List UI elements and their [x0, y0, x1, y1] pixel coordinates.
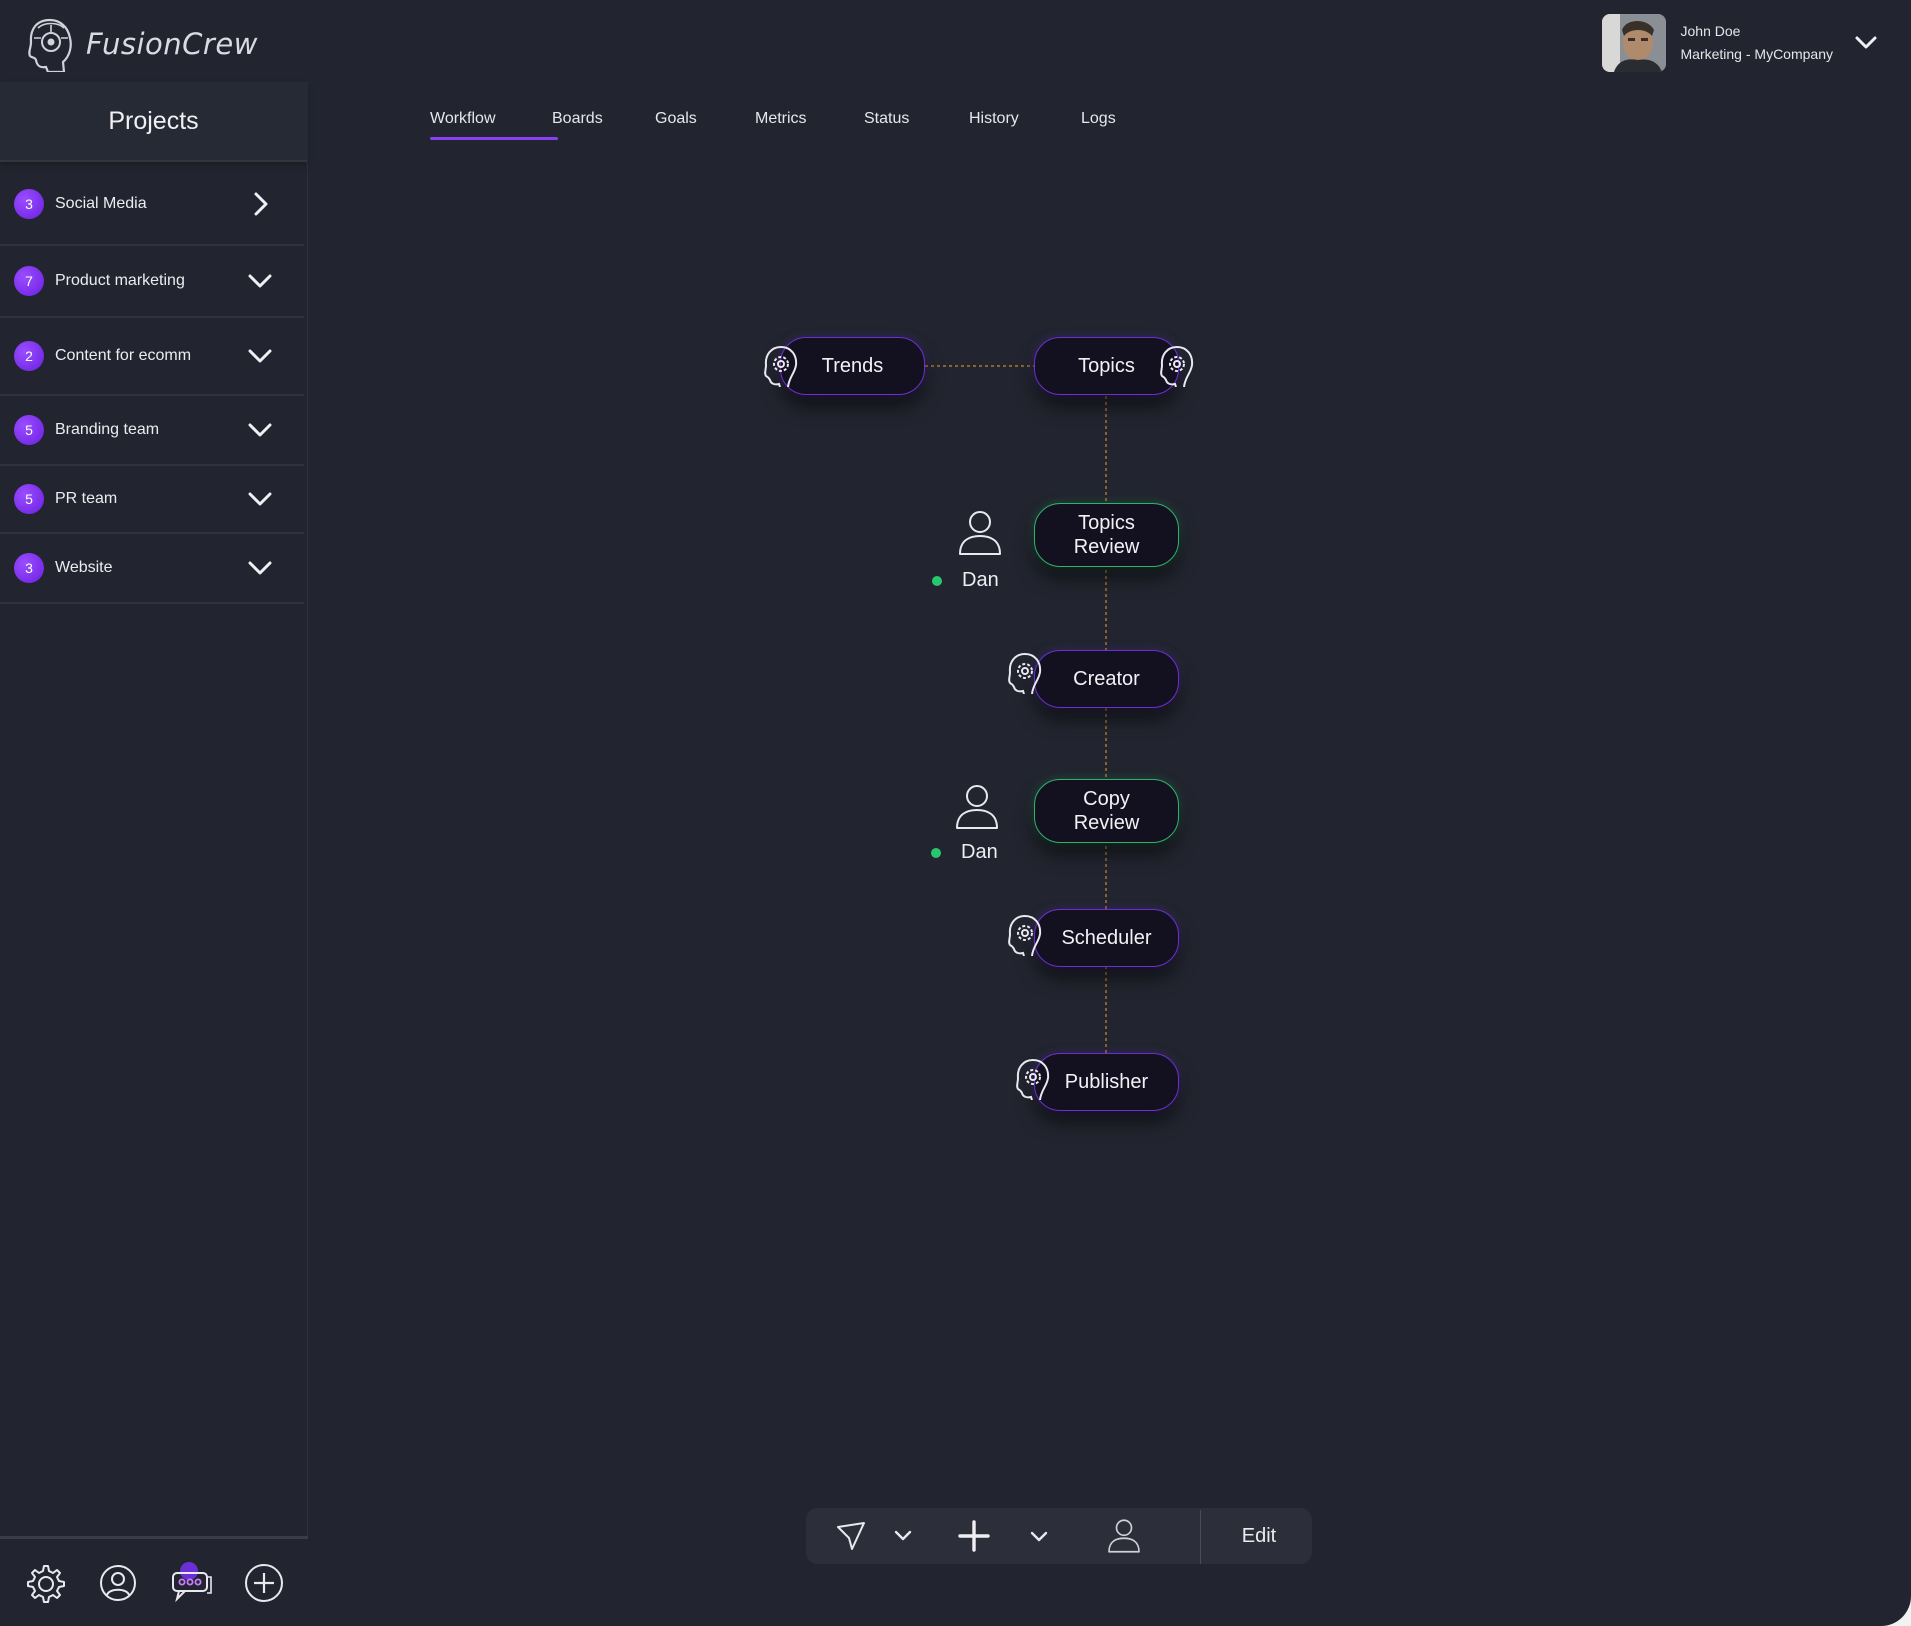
- sidebar-item-branding-team[interactable]: 5 Branding team: [0, 396, 304, 466]
- node-topics-review[interactable]: Topics Review: [1034, 503, 1179, 567]
- avatar-photo: [1601, 14, 1666, 72]
- agent-gear-head-icon[interactable]: [1005, 912, 1045, 956]
- agent-gear-head-icon[interactable]: [761, 343, 801, 387]
- chevron-down-icon[interactable]: [244, 340, 276, 372]
- add-human-button[interactable]: [1102, 1508, 1146, 1564]
- settings-icon[interactable]: [23, 1561, 67, 1605]
- agent-gear-head-icon[interactable]: [1005, 650, 1045, 694]
- edit-label: Edit: [1241, 1524, 1277, 1547]
- chevron-down-icon: [1030, 1531, 1048, 1542]
- count-badge: 7: [14, 266, 44, 296]
- chevron-down-icon[interactable]: [244, 552, 276, 584]
- tab-boards[interactable]: Boards: [552, 110, 655, 138]
- chevron-right-icon[interactable]: [244, 188, 276, 220]
- node-copy-review[interactable]: Copy Review: [1034, 779, 1179, 843]
- count-badge: 5: [14, 484, 44, 514]
- sidebar-item-pr-team[interactable]: 5 PR team: [0, 466, 304, 534]
- sidebar-item-label: Branding team: [55, 421, 160, 438]
- user-icon: [1108, 1519, 1140, 1553]
- count-badge: 2: [14, 341, 44, 371]
- count-badge: 3: [14, 553, 44, 583]
- add-node-button[interactable]: [954, 1508, 994, 1564]
- user-menu[interactable]: John Doe Marketing - MyCompany: [1601, 14, 1882, 72]
- profile-icon[interactable]: [96, 1561, 140, 1605]
- user-role: Marketing - MyCompany: [1680, 46, 1834, 62]
- user-name: John Doe: [1680, 23, 1741, 39]
- chat-icon[interactable]: [169, 1561, 213, 1605]
- assignee-copy-review[interactable]: Dan: [931, 841, 998, 864]
- agent-gear-head-icon[interactable]: [1013, 1056, 1053, 1100]
- sidebar-item-social-media[interactable]: 3 Social Media: [0, 164, 304, 246]
- online-status-dot: [932, 575, 942, 586]
- canvas-toolbar: Edit: [806, 1508, 1312, 1564]
- person-icon: [959, 511, 1001, 555]
- node-publisher[interactable]: Publisher: [1034, 1053, 1179, 1111]
- sidebar-bottom-bar: [0, 1536, 308, 1626]
- edit-button[interactable]: Edit: [1206, 1508, 1312, 1564]
- brand-name: FusionCrew: [86, 27, 258, 61]
- online-status-dot: [931, 847, 941, 858]
- sidebar-item-label: Website: [55, 559, 113, 576]
- pointer-tool-button[interactable]: [828, 1508, 874, 1564]
- pointer-icon: [837, 1522, 865, 1550]
- assignee-name: Dan: [961, 841, 998, 863]
- main-tabs: Workflow Boards Goals Metrics Status His…: [430, 110, 1141, 140]
- sidebar-item-label: Content for ecomm: [55, 347, 192, 364]
- sidebar-item-product-marketing[interactable]: 7 Product marketing: [0, 246, 304, 318]
- tab-workflow[interactable]: Workflow: [430, 110, 558, 140]
- add-circle-icon[interactable]: [242, 1561, 286, 1605]
- sidebar-title: Projects: [0, 82, 307, 162]
- sidebar-item-label: PR team: [55, 490, 118, 507]
- avatar[interactable]: [1601, 14, 1666, 72]
- node-scheduler[interactable]: Scheduler: [1034, 909, 1179, 967]
- sidebar-item-content-for-ecomm[interactable]: 2 Content for ecomm: [0, 318, 304, 396]
- tab-logs[interactable]: Logs: [1081, 110, 1141, 138]
- plus-icon: [958, 1520, 990, 1552]
- chevron-down-icon[interactable]: [244, 414, 276, 446]
- count-badge: 3: [14, 189, 44, 219]
- agent-gear-head-icon[interactable]: [1157, 343, 1197, 387]
- sidebar: Projects 3 Social Media 7 Product market…: [0, 82, 308, 1626]
- brand[interactable]: FusionCrew: [24, 16, 258, 72]
- tab-metrics[interactable]: Metrics: [755, 110, 864, 138]
- chevron-down-icon: [894, 1530, 912, 1541]
- tab-goals[interactable]: Goals: [655, 110, 755, 138]
- robot-head-logo-icon: [28, 18, 72, 72]
- chevron-down-icon[interactable]: [1851, 28, 1881, 58]
- app-window: FusionCrew John Doe Marketing - MyCompan…: [0, 0, 1911, 1626]
- sidebar-item-label: Product marketing: [55, 272, 185, 289]
- person-icon: [956, 785, 998, 829]
- assignee-topics-review[interactable]: Dan: [932, 569, 999, 592]
- add-options-button[interactable]: [1024, 1508, 1054, 1564]
- toolbar-divider: [1200, 1510, 1201, 1564]
- chevron-down-icon[interactable]: [244, 265, 276, 297]
- node-trends[interactable]: Trends: [780, 337, 925, 395]
- node-creator[interactable]: Creator: [1034, 650, 1179, 708]
- assignee-name: Dan: [962, 569, 999, 591]
- tab-history[interactable]: History: [969, 110, 1081, 138]
- pointer-options-button[interactable]: [888, 1508, 918, 1564]
- sidebar-item-website[interactable]: 3 Website: [0, 534, 304, 604]
- chevron-down-icon[interactable]: [244, 483, 276, 515]
- tab-status[interactable]: Status: [864, 110, 969, 138]
- count-badge: 5: [14, 415, 44, 445]
- sidebar-item-label: Social Media: [55, 195, 147, 212]
